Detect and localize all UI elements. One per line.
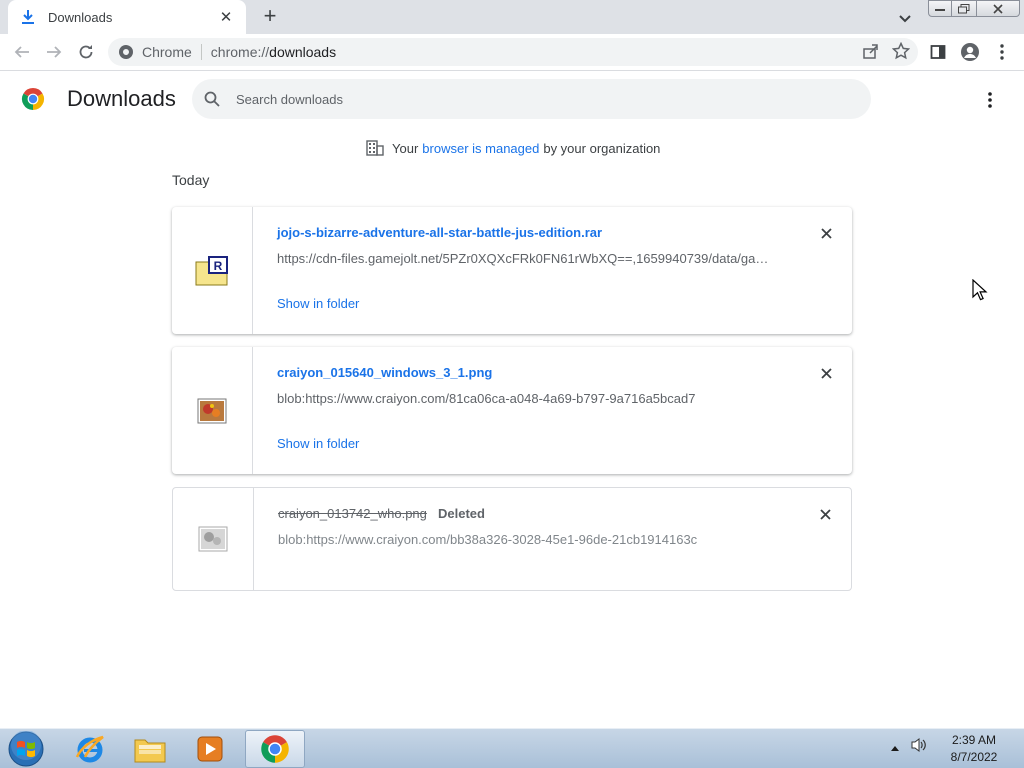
chrome-logo-icon (21, 88, 45, 110)
windows-taskbar: 2:39 AM 8/7/2022 (0, 728, 1024, 768)
windows-orb-icon (8, 731, 44, 767)
search-icon (204, 91, 220, 107)
building-icon (366, 140, 384, 156)
tab-strip: Downloads ✕ + (0, 0, 1024, 34)
clock-time: 2:39 AM (951, 733, 997, 747)
new-tab-button[interactable]: + (258, 5, 282, 29)
browser-toolbar: Chrome chrome://downloads (0, 34, 1024, 71)
forward-arrow-icon[interactable] (42, 40, 66, 64)
taskbar-clock[interactable]: 2:39 AM 8/7/2022 (944, 732, 1004, 766)
file-icon-column (173, 488, 254, 590)
show-in-folder-link[interactable]: Show in folder (277, 436, 359, 451)
internet-explorer-icon (75, 735, 104, 763)
tab-downloads[interactable]: Downloads ✕ (8, 0, 246, 34)
url-scheme: chrome:// (210, 44, 270, 60)
file-source-url: blob:https://www.craiyon.com/bb38a326-30… (278, 532, 698, 547)
more-actions-icon[interactable] (980, 88, 1000, 112)
taskbar-file-explorer[interactable] (122, 730, 178, 768)
tab-close-icon[interactable]: ✕ (218, 8, 234, 26)
file-source-url[interactable]: https://cdn-files.gamejolt.net/5PZr0XQXc… (277, 251, 777, 266)
file-name-link[interactable]: jojo-s-bizarre-adventure-all-star-battle… (277, 225, 602, 240)
download-icon (20, 9, 36, 25)
taskbar-chrome[interactable] (245, 730, 305, 768)
managed-text-after: by your organization (543, 140, 661, 156)
search-placeholder: Search downloads (236, 91, 343, 107)
file-icon-column: R (172, 207, 253, 334)
tab-title: Downloads (48, 9, 113, 25)
taskbar-media-player[interactable] (182, 730, 238, 768)
start-button[interactable] (6, 731, 46, 767)
remove-item-close-icon[interactable] (817, 506, 833, 522)
rar-file-icon: R (195, 255, 228, 285)
show-in-folder-link[interactable]: Show in folder (277, 296, 359, 311)
chrome-small-icon (119, 45, 133, 59)
profile-avatar-icon[interactable] (958, 40, 982, 64)
window-minimize-button[interactable] (928, 0, 952, 17)
managed-text-before: Your (392, 140, 419, 156)
folder-icon (134, 739, 166, 763)
back-arrow-icon[interactable] (10, 40, 34, 64)
png-file-grayed-icon (198, 526, 228, 552)
url-host: downloads (269, 44, 337, 60)
svg-text:R: R (214, 259, 223, 273)
remove-item-close-icon[interactable] (818, 225, 834, 241)
date-section-heading: Today (172, 172, 210, 188)
managed-link[interactable]: browser is managed (422, 141, 539, 156)
site-info-chip[interactable]: Chrome (118, 44, 192, 60)
managed-notice: Your browser is managed by your organiza… (366, 140, 660, 156)
download-item-deleted: craiyon_013742_who.png Deleted blob:http… (172, 487, 852, 591)
omnibox-divider (200, 44, 202, 60)
clock-date: 8/7/2022 (950, 750, 998, 764)
window-restore-button[interactable] (951, 0, 977, 17)
side-panel-icon[interactable] (926, 40, 950, 64)
file-source-url[interactable]: blob:https://www.craiyon.com/81ca06ca-a0… (277, 391, 777, 406)
tray-expand-icon[interactable] (890, 739, 900, 757)
downloads-header: Downloads Search downloads (0, 72, 1024, 128)
reload-icon[interactable] (74, 40, 98, 64)
page-title: Downloads (67, 86, 176, 111)
remove-item-close-icon[interactable] (818, 365, 834, 381)
download-item: R jojo-s-bizarre-adventure-all-star-batt… (172, 207, 852, 334)
site-chip-label: Chrome (142, 44, 192, 60)
download-item: craiyon_015640_windows_3_1.png blob:http… (172, 347, 852, 474)
url-text: chrome://downloads (211, 44, 336, 60)
chrome-taskbar-icon (261, 735, 289, 763)
taskbar-internet-explorer[interactable] (62, 730, 118, 768)
file-name-link[interactable]: craiyon_015640_windows_3_1.png (277, 365, 492, 380)
system-tray (890, 737, 928, 758)
file-name-deleted: craiyon_013742_who.png (278, 506, 427, 521)
bookmark-star-icon[interactable] (891, 41, 911, 65)
volume-icon[interactable] (910, 737, 928, 758)
address-bar[interactable]: Chrome chrome://downloads (108, 38, 918, 66)
search-downloads-field[interactable]: Search downloads (192, 79, 871, 119)
deleted-status-label: Deleted (438, 506, 485, 521)
file-icon-column (172, 347, 253, 474)
chrome-menu-icon[interactable] (990, 40, 1014, 64)
window-close-button[interactable] (976, 0, 1020, 17)
tab-search-icon[interactable] (895, 8, 915, 28)
png-file-icon (197, 398, 227, 423)
share-icon[interactable] (862, 42, 880, 65)
media-player-icon (197, 736, 223, 762)
mouse-cursor-icon (972, 279, 988, 301)
